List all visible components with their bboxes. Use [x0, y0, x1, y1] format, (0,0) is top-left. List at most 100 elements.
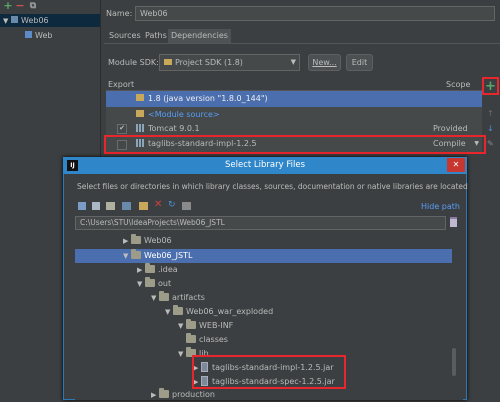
move-down-icon[interactable]: ↓ — [487, 124, 494, 133]
folder-icon — [186, 319, 196, 329]
hide-path-link[interactable]: Hide path — [421, 202, 460, 211]
file-tree-item[interactable]: classes — [178, 333, 228, 347]
export-column-header[interactable]: Export — [108, 80, 134, 89]
dependency-label: Tomcat 9.0.1 — [148, 124, 200, 133]
file-tree-item[interactable]: ▼ WEB-INF — [178, 319, 233, 333]
dependency-label: 1.8 (java version "1.8.0_144") — [148, 94, 268, 103]
folder-icon — [131, 234, 141, 244]
dependency-row-taglibs[interactable]: taglibs-standard-impl-1.2.5 Compile ▼ — [106, 136, 482, 152]
table-header: Export Scope — [106, 79, 482, 91]
file-tree-item[interactable]: ▼ lib — [178, 347, 209, 361]
file-tree-item[interactable]: ▶ Web06 — [123, 234, 172, 248]
file-tree-item[interactable]: ▼ artifacts — [151, 291, 205, 305]
sdk-value: Project SDK (1.8) — [175, 58, 243, 67]
home-icon[interactable] — [78, 202, 86, 210]
file-tree-item[interactable]: ▶ .idea — [137, 263, 178, 277]
tab-sources[interactable]: Sources — [106, 29, 144, 43]
tab-paths[interactable]: Paths — [142, 29, 170, 43]
dependency-label: <Module source> — [148, 110, 220, 119]
module-sdk-select[interactable]: Project SDK (1.8) ▼ — [159, 54, 300, 71]
chevron-right-icon[interactable]: ▶ — [137, 263, 145, 277]
tab-dependencies[interactable]: Dependencies — [168, 29, 231, 43]
edit-icon[interactable]: ✎ — [487, 139, 494, 148]
dialog-description: Select files or directories in which lib… — [77, 182, 468, 191]
file-tree-item-label: production — [172, 390, 215, 399]
desktop-icon[interactable] — [92, 202, 100, 210]
tabs-divider — [104, 43, 500, 44]
delete-icon[interactable]: ✕ — [154, 199, 162, 210]
file-tree-item[interactable]: ▶ taglibs-standard-spec-1.2.5.jar — [193, 375, 335, 389]
new-folder-icon[interactable] — [139, 202, 148, 210]
chevron-down-icon: ▼ — [474, 140, 479, 147]
dialog-close-button[interactable]: ✕ — [447, 158, 465, 172]
file-tree-item[interactable]: ▼ Web06_war_exploded — [165, 305, 273, 319]
copy-icon[interactable]: ⧉ — [28, 1, 38, 11]
chevron-down-icon: ▼ — [290, 58, 296, 66]
folder-icon — [164, 59, 172, 65]
add-dependency-button[interactable]: + — [485, 80, 496, 93]
file-tree-item-label: classes — [199, 335, 228, 344]
chevron-right-icon[interactable]: ▶ — [193, 375, 201, 389]
file-tree-item-label: WEB-INF — [199, 321, 234, 330]
jar-file-icon — [201, 362, 208, 372]
scope-column-header[interactable]: Scope — [446, 80, 470, 89]
jdk-folder-icon — [136, 94, 144, 101]
folder-icon — [131, 249, 141, 259]
file-tree-item-label: taglibs-standard-spec-1.2.5.jar — [212, 377, 335, 386]
file-tree-item-label: out — [158, 279, 172, 288]
file-tree-item-label: .idea — [158, 265, 178, 274]
chevron-down-icon[interactable]: ▼ — [178, 319, 186, 333]
folder-icon — [145, 277, 155, 287]
tree-item-web06[interactable]: ▼ Web06 — [0, 14, 100, 27]
tree-item-web[interactable]: Web — [25, 29, 52, 42]
file-tree-item-label: artifacts — [172, 293, 205, 302]
chevron-right-icon[interactable]: ▶ — [123, 234, 131, 248]
dependency-label: taglibs-standard-impl-1.2.5 — [148, 139, 257, 148]
module-icon[interactable] — [122, 202, 131, 210]
chevron-down-icon[interactable]: ▼ — [178, 347, 186, 361]
file-tree-item-label: Web06_JSTL — [144, 251, 193, 260]
jar-file-icon — [201, 376, 208, 386]
export-checkbox[interactable] — [117, 140, 127, 150]
file-tree-item[interactable]: ▼ Web06_JSTL — [75, 249, 452, 263]
library-icon — [136, 139, 145, 147]
chevron-down-icon[interactable]: ▼ — [151, 291, 159, 305]
dialog-toolbar: ✕ ↻ — [76, 199, 236, 212]
chevron-down-icon[interactable]: ▼ — [137, 277, 145, 291]
file-tree-item-label: Web06_war_exploded — [186, 307, 274, 316]
folder-icon — [159, 291, 169, 301]
folder-icon — [136, 110, 144, 117]
file-tree-item[interactable]: ▶ taglibs-standard-impl-1.2.5.jar — [193, 361, 334, 375]
add-icon[interactable]: + — [3, 0, 13, 11]
file-tree-scrollbar[interactable] — [452, 348, 456, 376]
chevron-down-icon[interactable]: ▼ — [165, 305, 173, 319]
web-facet-icon — [25, 31, 32, 38]
dependency-row-tomcat[interactable]: ✔ Tomcat 9.0.1 Provided — [106, 121, 482, 137]
new-sdk-button[interactable]: New... — [308, 54, 341, 71]
scope-value[interactable]: Provided — [433, 121, 468, 137]
file-tree-item[interactable]: ▼ out — [137, 277, 171, 291]
dialog-title: Select Library Files — [225, 160, 305, 170]
show-hidden-icon[interactable] — [182, 202, 191, 210]
name-label: Name: — [106, 9, 133, 18]
folder-icon — [173, 305, 183, 315]
edit-sdk-button[interactable]: Edit — [346, 54, 373, 71]
export-checkbox[interactable]: ✔ — [117, 124, 127, 134]
chevron-right-icon[interactable]: ▶ — [193, 361, 201, 375]
scope-select[interactable]: Compile ▼ — [433, 136, 481, 152]
module-sdk-label: Module SDK: — [108, 58, 159, 67]
remove-icon[interactable]: − — [15, 0, 25, 11]
chevron-down-icon: ▼ — [3, 17, 9, 25]
scope-value: Compile — [433, 139, 466, 148]
path-field[interactable]: C:\Users\STU\IdeaProjects\Web06_JSTL — [75, 216, 446, 230]
dependency-row-jdk[interactable]: 1.8 (java version "1.8.0_144") — [106, 91, 482, 107]
project-icon[interactable] — [106, 202, 115, 210]
tree-item-label: Web — [35, 31, 53, 40]
refresh-icon[interactable]: ↻ — [168, 200, 176, 210]
chevron-down-icon[interactable]: ▼ — [123, 249, 131, 263]
browse-path-icon[interactable] — [450, 217, 457, 227]
module-name-field[interactable]: Web06 — [135, 6, 495, 21]
move-up-icon[interactable]: ↑ — [487, 109, 494, 118]
folder-icon — [145, 263, 155, 273]
folder-icon — [186, 347, 196, 357]
